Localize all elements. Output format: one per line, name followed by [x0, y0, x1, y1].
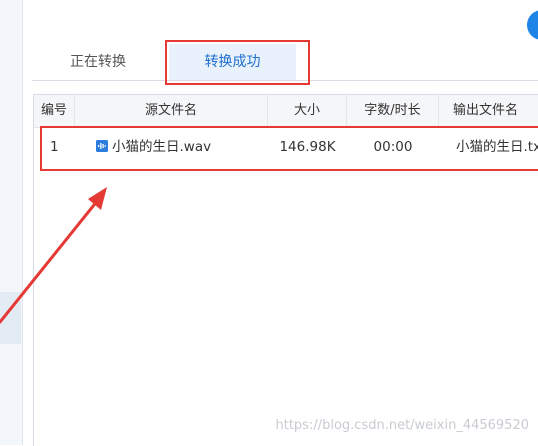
table-row[interactable]: 1 小猫的生日.wav 146.98K 00:00 小猫的生日.txt [34, 128, 538, 166]
header-size: 大小 [268, 95, 347, 127]
header-index: 编号 [34, 95, 75, 127]
left-sidebar-strip [0, 0, 23, 445]
source-file-name: 小猫的生日.wav [112, 139, 212, 155]
cell-output-file: 小猫的生日.txt [456, 139, 538, 155]
header-source-file: 源文件名 [75, 95, 268, 127]
cell-duration: 00:00 [373, 139, 413, 155]
header-output-file: 输出文件名 [453, 103, 519, 118]
tab-converting[interactable]: 正在转换 [32, 44, 164, 80]
sidebar-selected-item[interactable] [0, 292, 21, 344]
tab-success[interactable]: 转换成功 [169, 44, 296, 80]
file-table: 编号 源文件名 大小 字数/时长 输出文件名 1 小猫的生日.wav 146.9… [33, 94, 538, 446]
circle-button-icon[interactable] [527, 10, 538, 40]
audio-file-icon [96, 140, 108, 152]
cell-size: 146.98K [279, 139, 336, 155]
watermark: https://blog.csdn.net/weixin_44569520 [275, 418, 529, 433]
tab-bar: 正在转换 转换成功 [32, 44, 538, 81]
header-words-duration: 字数/时长 [347, 95, 439, 127]
cell-index: 1 [50, 139, 59, 155]
cell-source-file: 小猫的生日.wav [96, 128, 266, 166]
table-header: 编号 源文件名 大小 字数/时长 输出文件名 [34, 95, 538, 128]
